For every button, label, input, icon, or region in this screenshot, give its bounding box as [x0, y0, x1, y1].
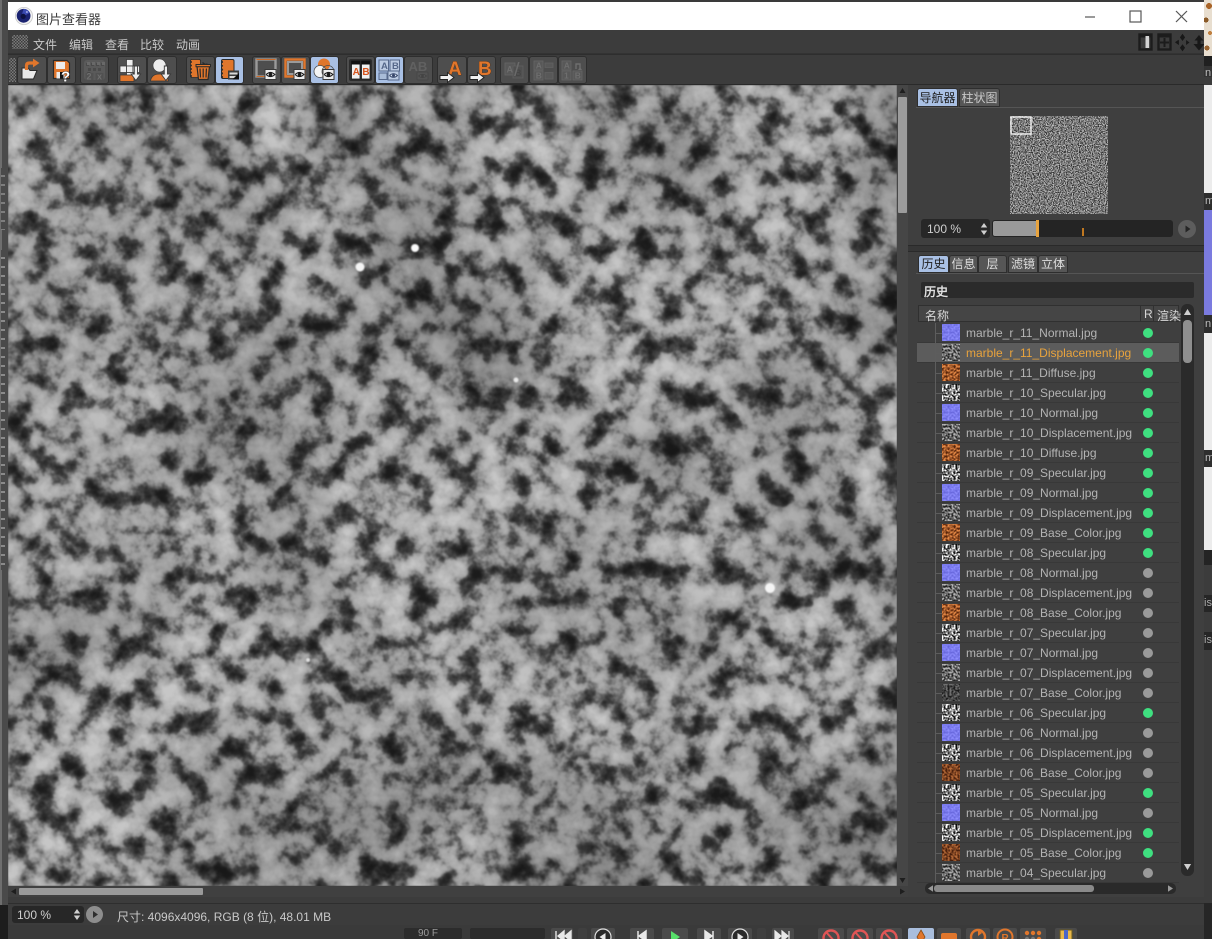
- svg-text:A: A: [536, 61, 542, 71]
- svg-text:B: B: [536, 71, 542, 81]
- svg-text:A: A: [353, 67, 360, 78]
- svg-text:B: B: [362, 67, 369, 78]
- svg-text:A: A: [381, 61, 388, 72]
- svg-text:1: 1: [564, 71, 569, 81]
- svg-text:R: R: [1002, 933, 1010, 939]
- svg-text:?: ?: [61, 69, 70, 85]
- svg-text:A: A: [507, 65, 514, 75]
- svg-text:B: B: [575, 71, 581, 81]
- svg-text:A: A: [564, 61, 570, 71]
- svg-text:2: 2: [87, 72, 92, 82]
- svg-text:B: B: [392, 61, 399, 72]
- svg-text:x: x: [97, 72, 102, 82]
